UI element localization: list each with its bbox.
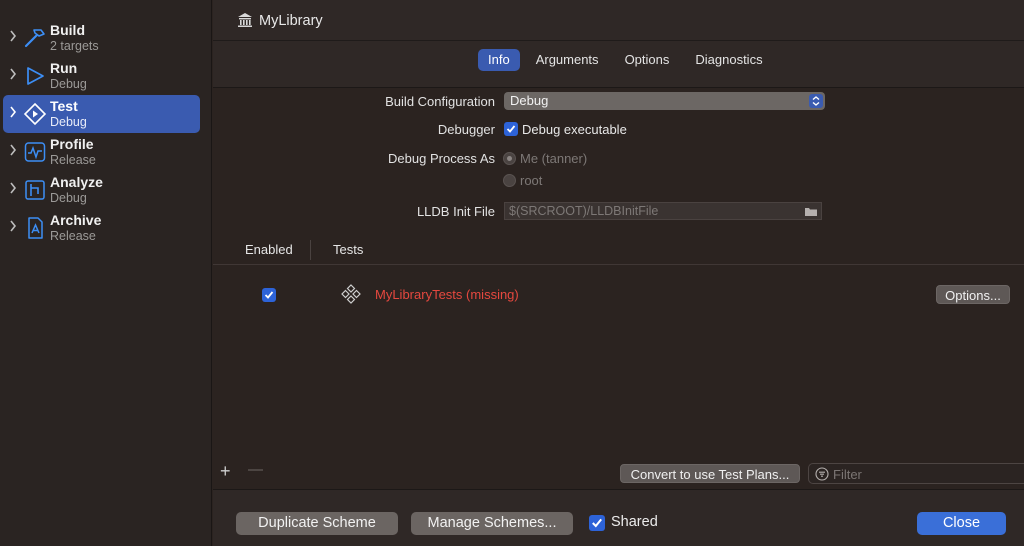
sidebar-item-label: Build	[50, 22, 85, 38]
debug-executable-label: Debug executable	[522, 122, 627, 137]
test-options-button[interactable]: Options...	[936, 285, 1010, 304]
build-configuration-popup[interactable]: Debug	[504, 92, 825, 110]
lldb-init-file-placeholder: $(SRCROOT)/LLDBInitFile	[509, 204, 659, 218]
shared-checkbox[interactable]	[589, 515, 605, 531]
sidebar-item-build[interactable]: Build 2 targets	[3, 19, 200, 57]
filter-placeholder: Filter	[833, 467, 862, 482]
sidebar-item-archive[interactable]: Archive Release	[3, 209, 200, 247]
scheme-editor-main: MyLibrary Info Arguments Options Diagnos…	[213, 0, 1024, 546]
duplicate-scheme-button[interactable]: Duplicate Scheme	[236, 512, 398, 535]
tests-toolbar: + — Convert to use Test Plans... Filter	[213, 460, 1024, 490]
chevron-right-icon[interactable]	[9, 182, 21, 196]
scheme-sidebar: Build 2 targets Run Debug Test Debug Pro…	[0, 0, 212, 546]
hammer-icon	[23, 26, 47, 50]
chevron-right-icon[interactable]	[9, 68, 21, 82]
chevron-updown-icon	[809, 94, 823, 108]
chevron-right-icon[interactable]	[9, 30, 21, 44]
tab-arguments[interactable]: Arguments	[526, 49, 609, 71]
library-building-icon	[237, 12, 253, 31]
tests-table-header: Enabled Tests	[213, 235, 1024, 265]
build-configuration-label: Build Configuration	[385, 94, 495, 109]
sidebar-item-test[interactable]: Test Debug	[3, 95, 200, 133]
analyze-icon	[23, 178, 47, 202]
convert-test-plans-button[interactable]: Convert to use Test Plans...	[620, 464, 800, 483]
filter-icon	[815, 467, 829, 484]
sidebar-item-subtitle: Debug	[50, 115, 87, 129]
test-enabled-checkbox[interactable]	[262, 288, 276, 302]
column-tests[interactable]: Tests	[333, 242, 363, 257]
sidebar-item-subtitle: Release	[50, 229, 96, 243]
lldb-init-file-field[interactable]: $(SRCROOT)/LLDBInitFile	[504, 202, 822, 220]
sidebar-item-label: Test	[50, 98, 78, 114]
folder-icon[interactable]	[804, 205, 818, 221]
test-name: MyLibraryTests (missing)	[375, 287, 519, 302]
sidebar-item-subtitle: Release	[50, 153, 96, 167]
test-diamond-icon	[23, 102, 47, 126]
debug-executable-checkbox[interactable]	[504, 122, 518, 136]
column-enabled[interactable]: Enabled	[245, 242, 293, 257]
filter-field[interactable]: Filter	[808, 463, 1024, 484]
debug-process-label: Debug Process As	[388, 151, 495, 166]
tab-info[interactable]: Info	[478, 49, 520, 71]
shared-label: Shared	[611, 514, 658, 530]
close-button[interactable]: Close	[917, 512, 1006, 535]
build-configuration-value: Debug	[510, 93, 549, 108]
target-title[interactable]: MyLibrary	[237, 11, 323, 31]
debugger-label: Debugger	[437, 122, 495, 137]
manage-schemes-button[interactable]: Manage Schemes...	[411, 512, 573, 535]
tab-options[interactable]: Options	[615, 49, 680, 71]
editor-header: MyLibrary Info Arguments Options Diagnos…	[213, 0, 1024, 88]
column-separator	[310, 240, 311, 260]
tab-diagnostics[interactable]: Diagnostics	[685, 49, 772, 71]
divider	[213, 40, 1024, 41]
tab-bar: Info Arguments Options Diagnostics	[478, 49, 779, 71]
lldb-init-file-label: LLDB Init File	[416, 204, 495, 219]
remove-test-button[interactable]: —	[248, 461, 263, 478]
process-root-label: root	[520, 173, 543, 188]
sidebar-item-subtitle: 2 targets	[50, 39, 99, 53]
sidebar-item-analyze[interactable]: Analyze Debug	[3, 171, 200, 209]
chevron-right-icon[interactable]	[9, 220, 21, 234]
process-root-radio[interactable]	[503, 174, 516, 187]
play-icon	[23, 64, 47, 88]
add-test-button[interactable]: +	[220, 461, 231, 482]
sidebar-item-run[interactable]: Run Debug	[3, 57, 200, 95]
process-me-label: Me (tanner)	[520, 151, 588, 166]
sidebar-item-subtitle: Debug	[50, 77, 87, 91]
test-bundle-icon	[341, 284, 361, 307]
chevron-right-icon[interactable]	[9, 144, 21, 158]
sidebar-item-label: Profile	[50, 136, 94, 152]
editor-footer: Duplicate Scheme Manage Schemes... Share…	[213, 490, 1024, 546]
chevron-right-icon[interactable]	[9, 106, 21, 120]
sidebar-item-label: Run	[50, 60, 78, 76]
sidebar-item-label: Archive	[50, 212, 102, 228]
archive-icon	[23, 216, 47, 240]
target-name: MyLibrary	[259, 13, 323, 29]
sidebar-item-profile[interactable]: Profile Release	[3, 133, 200, 171]
sidebar-item-subtitle: Debug	[50, 191, 87, 205]
sidebar-item-label: Analyze	[50, 174, 103, 190]
process-me-radio[interactable]	[503, 152, 516, 165]
waveform-icon	[23, 140, 47, 164]
